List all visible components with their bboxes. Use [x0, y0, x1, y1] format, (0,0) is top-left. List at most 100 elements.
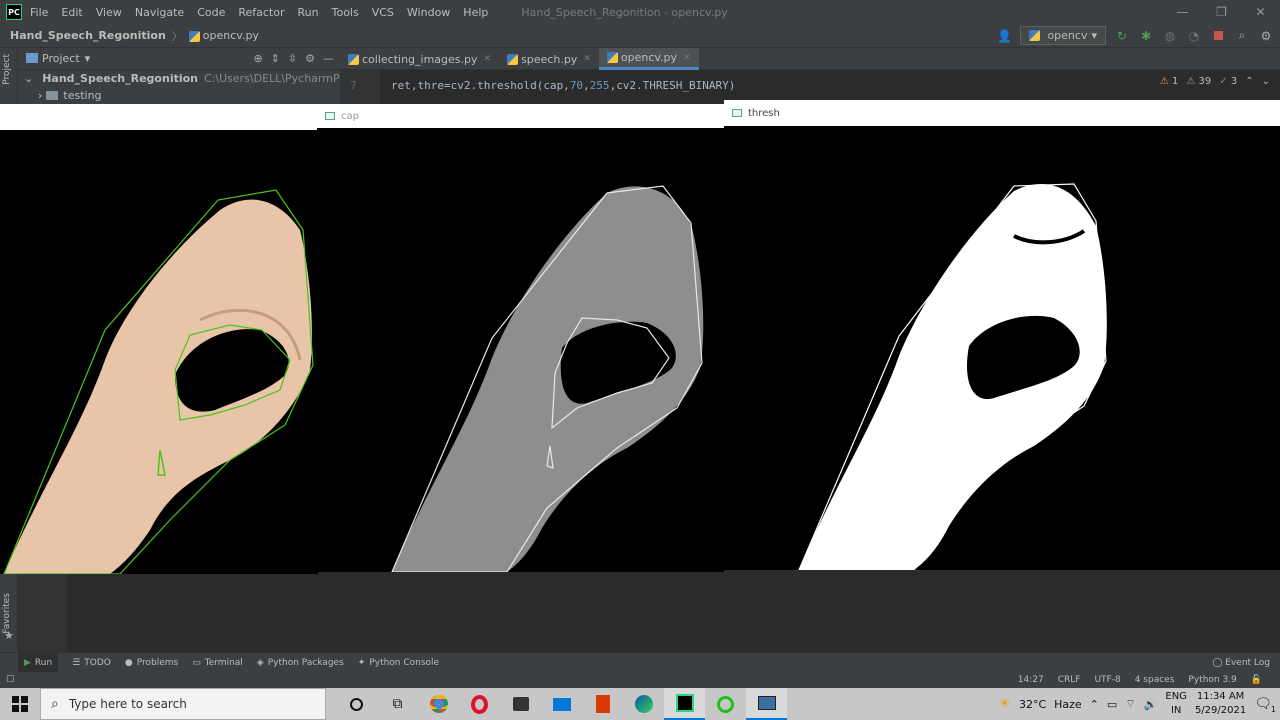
gear-icon[interactable]: ⚙: [305, 52, 315, 65]
cortana-icon[interactable]: [336, 688, 377, 720]
tool-terminal[interactable]: ▭ Terminal: [192, 653, 243, 673]
favorites-tool-label[interactable]: Favorites: [2, 593, 12, 634]
tool-todo[interactable]: ☰ TODO: [72, 653, 111, 673]
language-indicator[interactable]: ENG IN: [1165, 690, 1187, 718]
close-window-button[interactable]: ✕: [1241, 0, 1280, 24]
code-suffix: cv2.THRESH_BINARY): [616, 79, 736, 92]
menu-navigate[interactable]: Navigate: [135, 6, 184, 19]
weak-warning-icon: ⚠: [1186, 76, 1196, 87]
tool-problems[interactable]: ● Problems: [125, 653, 178, 673]
inspection-widget[interactable]: ⚠ 1 ⚠ 39 ✓ 3 ⌃ ⌄: [1160, 76, 1270, 87]
event-log[interactable]: ◯ Event Log: [1212, 658, 1270, 668]
volume-icon[interactable]: 🔊: [1144, 698, 1158, 711]
rerun-icon[interactable]: ↻: [1114, 28, 1130, 44]
mail-icon[interactable]: [541, 688, 582, 720]
tool-run-label: Run: [34, 657, 53, 668]
user-icon[interactable]: 👤: [996, 28, 1012, 44]
expand-all-icon[interactable]: ⇕: [271, 52, 280, 65]
refresh-app-icon[interactable]: [705, 688, 746, 720]
file-encoding[interactable]: UTF-8: [1094, 675, 1120, 685]
code-line[interactable]: ret,thre=cv2.threshold(cap,70,255,cv2.TH…: [391, 79, 735, 92]
menu-code[interactable]: Code: [197, 6, 225, 19]
office-icon[interactable]: [582, 688, 623, 720]
frame-window[interactable]: [0, 104, 318, 574]
close-tab-icon[interactable]: ✕: [583, 54, 591, 64]
start-button[interactable]: [0, 688, 40, 720]
breadcrumb-file[interactable]: opencv.py: [188, 29, 259, 42]
chrome-icon[interactable]: [418, 688, 459, 720]
thresh-window[interactable]: thresh: [724, 100, 1280, 570]
hide-icon[interactable]: —: [323, 52, 334, 65]
minimize-button[interactable]: —: [1163, 0, 1202, 24]
coverage-icon[interactable]: ◍: [1162, 28, 1178, 44]
menu-edit[interactable]: Edit: [61, 6, 82, 19]
info-icon: ●: [124, 657, 133, 668]
tool-run[interactable]: ▶ Run: [18, 652, 59, 673]
profile-icon[interactable]: ◔: [1186, 28, 1202, 44]
battery-icon[interactable]: ▭: [1107, 698, 1117, 711]
caret-position[interactable]: 14:27: [1018, 675, 1044, 685]
menu-refactor[interactable]: Refactor: [238, 6, 284, 19]
debug-icon[interactable]: ✱: [1138, 28, 1154, 44]
clock[interactable]: 11:34 AM 5/29/2021: [1195, 690, 1246, 718]
region-code: IN: [1170, 705, 1182, 716]
tab-opencv[interactable]: opencv.py ✕: [598, 48, 699, 70]
panel-toggle-icon[interactable]: ▢: [6, 674, 15, 684]
tree-row-testing[interactable]: › testing: [18, 87, 340, 104]
close-tab-icon[interactable]: ✕: [484, 54, 492, 64]
wifi-icon[interactable]: ⌔: [1125, 697, 1135, 711]
line-separator[interactable]: CRLF: [1058, 675, 1081, 685]
run-config-select[interactable]: opencv ▾: [1020, 26, 1106, 45]
cap-window-titlebar[interactable]: cap: [317, 104, 724, 128]
menu-tools[interactable]: Tools: [332, 6, 359, 19]
tab-collecting-images[interactable]: collecting_images.py ✕: [340, 48, 499, 70]
menu-bar: File Edit View Navigate Code Refactor Run Tools…: [30, 6, 501, 19]
menu-window[interactable]: Window: [407, 6, 450, 19]
menu-run[interactable]: Run: [298, 6, 319, 19]
search-icon[interactable]: ⌕: [1234, 28, 1250, 44]
chevron-up-icon[interactable]: ⌃: [1245, 76, 1253, 87]
task-view-icon[interactable]: ⧉: [377, 688, 418, 720]
menu-view[interactable]: View: [96, 6, 122, 19]
notification-icon: 🗨: [1254, 696, 1272, 712]
code-editor[interactable]: 7 ret,thre=cv2.threshold(cap,70,255,cv2.…: [340, 70, 1280, 104]
stop-icon[interactable]: [1210, 28, 1226, 44]
frame-window-titlebar[interactable]: [0, 104, 318, 130]
pycharm-icon[interactable]: [664, 688, 705, 720]
breadcrumb-project[interactable]: Hand_Speech_Regonition: [10, 29, 166, 42]
tool-python-packages[interactable]: ◈ Python Packages: [257, 653, 344, 673]
chevron-up-icon[interactable]: ⌃: [1090, 698, 1099, 711]
lock-icon[interactable]: 🔓: [1251, 675, 1262, 685]
cap-window[interactable]: cap: [317, 104, 724, 572]
indent-setting[interactable]: 4 spaces: [1135, 675, 1175, 685]
warning-count-value: 1: [1172, 76, 1179, 87]
weather-temp[interactable]: 32°C: [1019, 698, 1046, 711]
menu-file[interactable]: File: [30, 6, 48, 19]
system-tray: ☀ 32°C Haze ⌃ ▭ ⌔ 🔊 ENG IN 11:34 AM 5/29/2…: [998, 688, 1280, 720]
python-window-icon[interactable]: [746, 688, 787, 720]
python-interpreter[interactable]: Python 3.9: [1188, 675, 1236, 685]
tree-row-root[interactable]: ⌄ Hand_Speech_Regonition C:\Users\DELL\P…: [18, 70, 340, 87]
edge-icon[interactable]: [623, 688, 664, 720]
tool-window-strip: ▶ Run ☰ TODO ● Problems ▭ Terminal ◈ Python P…: [0, 652, 1280, 673]
store-icon[interactable]: [500, 688, 541, 720]
taskbar-search[interactable]: ⌕ Type here to search: [40, 688, 326, 720]
project-tool-label[interactable]: Project: [2, 54, 12, 85]
collapse-all-icon[interactable]: ⇳: [288, 52, 297, 65]
opera-icon[interactable]: [459, 688, 500, 720]
settings-icon[interactable]: ⚙: [1258, 28, 1274, 44]
project-panel-title[interactable]: Project: [42, 52, 80, 65]
tool-python-console[interactable]: ✦ Python Console: [358, 653, 439, 673]
weather-desc[interactable]: Haze: [1054, 698, 1082, 711]
menu-vcs[interactable]: VCS: [372, 6, 394, 19]
chevron-down-icon[interactable]: ⌄: [1262, 76, 1270, 87]
close-tab-icon[interactable]: ✕: [683, 53, 691, 63]
tab-speech[interactable]: speech.py ✕: [499, 48, 599, 70]
notifications-button[interactable]: 🗨 1: [1254, 696, 1276, 714]
chevron-down-icon[interactable]: ▾: [85, 52, 91, 65]
weather-icon[interactable]: ☀: [998, 696, 1011, 712]
maximize-button[interactable]: ❐: [1202, 0, 1241, 24]
locate-icon[interactable]: ⊕: [253, 52, 262, 65]
thresh-window-titlebar[interactable]: thresh: [724, 100, 1280, 126]
menu-help[interactable]: Help: [463, 6, 488, 19]
